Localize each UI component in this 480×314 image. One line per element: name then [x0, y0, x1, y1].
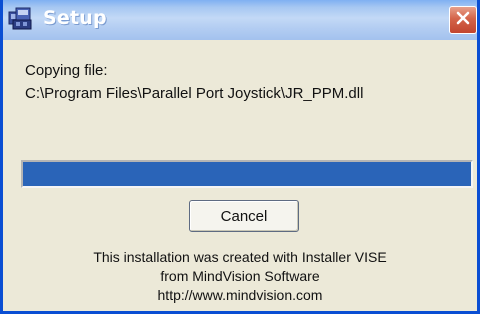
credits-url: http://www.mindvision.com	[157, 287, 323, 303]
setup-dialog: Setup Copying file: C:\Program Files\Par…	[0, 0, 480, 314]
installer-credits: This installation was created with Insta…	[3, 248, 477, 305]
progress-bar	[21, 160, 473, 188]
progress-fill	[23, 162, 471, 186]
status-caption: Copying file:	[25, 62, 108, 79]
close-icon	[455, 10, 471, 31]
window-title: Setup	[43, 7, 107, 29]
close-button[interactable]	[449, 6, 477, 34]
cancel-button[interactable]: Cancel	[189, 200, 299, 232]
title-bar[interactable]: Setup	[3, 0, 477, 40]
setup-installer-icon	[7, 6, 37, 32]
file-path: C:\Program Files\Parallel Port Joystick\…	[25, 85, 364, 102]
credits-line-1: This installation was created with Insta…	[93, 249, 387, 265]
credits-line-2: from MindVision Software	[160, 268, 320, 284]
